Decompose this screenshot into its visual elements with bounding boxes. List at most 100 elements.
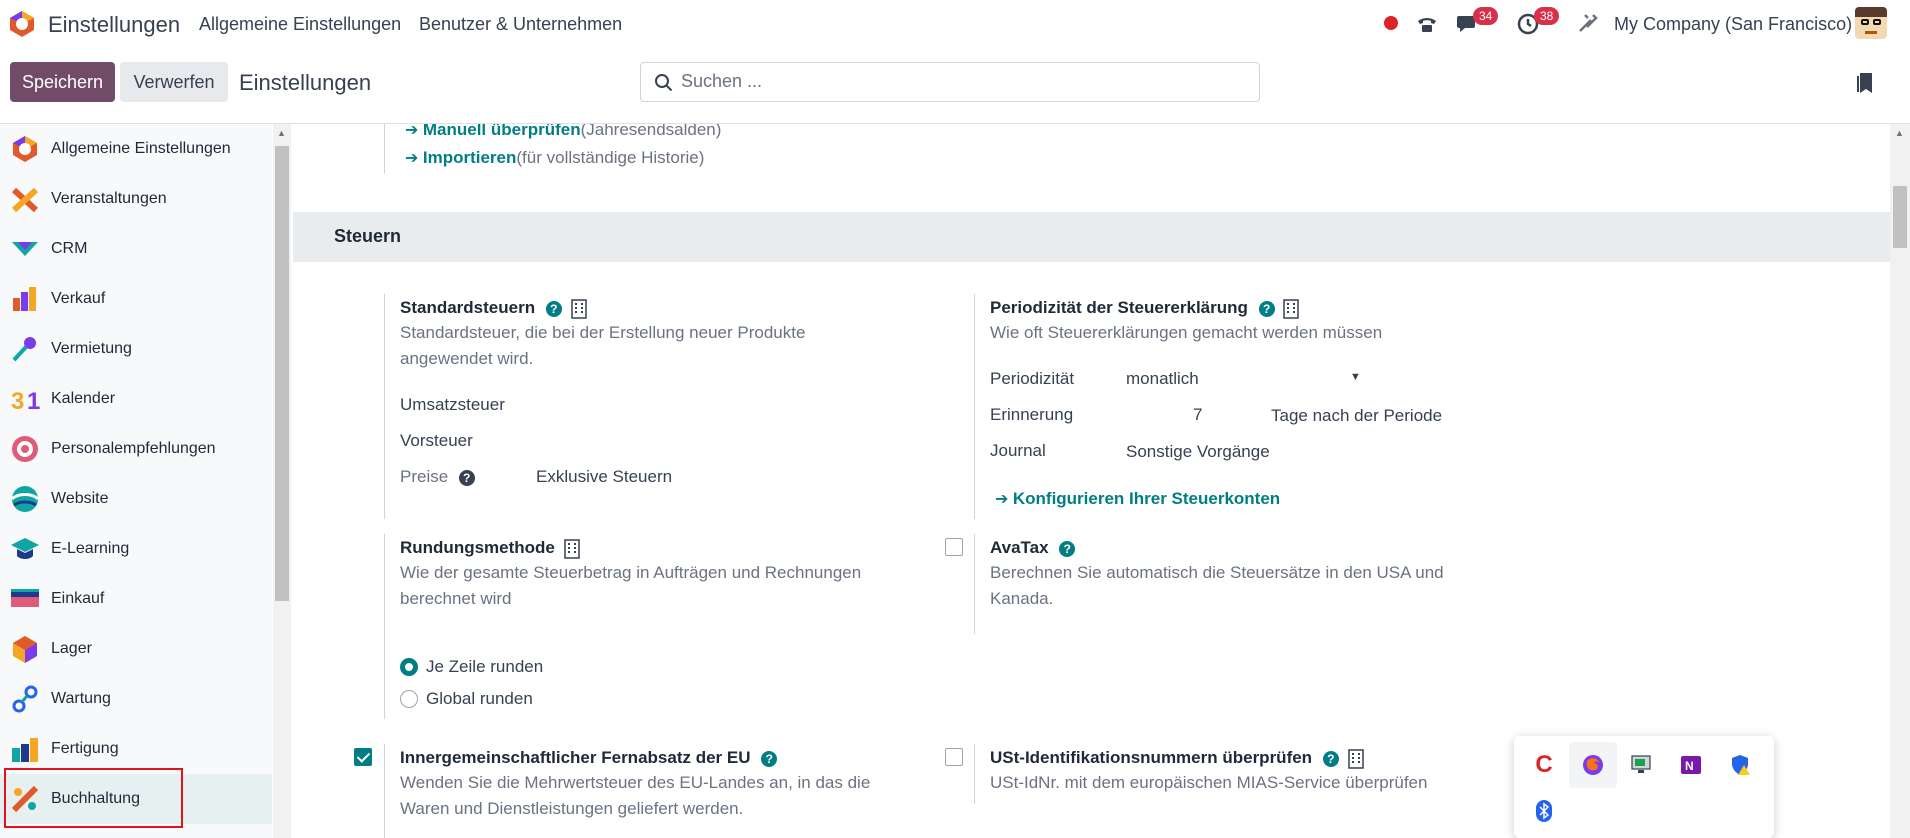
page-title: Einstellungen <box>239 70 372 95</box>
default-taxes-title: Standardsteuern ? <box>400 298 587 319</box>
vat-check-title: USt-Identifikationsnummern überprüfen ? <box>990 748 1364 769</box>
divider <box>384 294 385 519</box>
tray-security-icon[interactable] <box>1716 742 1764 788</box>
help-icon[interactable]: ? <box>1322 750 1339 767</box>
maintenance-app-icon <box>12 685 38 713</box>
configure-tax-accounts-link[interactable]: Konfigurieren Ihrer Steuerkonten <box>1013 489 1280 508</box>
scroll-up-arrow-icon[interactable]: ▲ <box>1895 128 1904 138</box>
default-taxes-description: Standardsteuer, die bei der Erstellung n… <box>400 323 806 368</box>
avatax-description: Berechnen Sie automatisch die Steuersätz… <box>990 563 1444 608</box>
tray-bluetooth-icon[interactable] <box>1520 788 1568 834</box>
manual-review-link[interactable]: Manuell überprüfen <box>423 124 581 139</box>
round-globally-radio[interactable] <box>400 690 418 708</box>
sales-app-icon <box>13 287 36 311</box>
prices-select[interactable]: Exklusive Steuern <box>536 467 672 487</box>
sidebar-item-label: Website <box>51 490 109 507</box>
prices-label: Preise <box>400 467 449 486</box>
tray-network-icon[interactable] <box>1618 742 1666 788</box>
content-scrollbar-thumb[interactable] <box>1893 186 1907 248</box>
sidebar-item-events[interactable]: Veranstaltungen <box>0 174 272 224</box>
tools-icon[interactable] <box>1577 12 1599 34</box>
sidebar-item-purchase[interactable]: Einkauf <box>0 574 272 624</box>
help-icon[interactable]: ? <box>458 469 475 486</box>
sidebar-item-elearning[interactable]: E-Learning <box>0 524 272 574</box>
sidebar-item-inventory[interactable]: Lager <box>0 624 272 674</box>
highlight-annotation <box>4 768 183 828</box>
sales-tax-field[interactable] <box>533 390 833 418</box>
shield-warning-icon <box>1732 755 1750 775</box>
scroll-up-arrow-icon[interactable]: ▲ <box>277 128 286 138</box>
periodicity-select[interactable]: monatlich ▼ <box>1126 367 1366 393</box>
periodicity-value: monatlich <box>1126 369 1199 388</box>
eu-distance-selling-checkbox[interactable] <box>354 748 372 766</box>
sidebar-item-website[interactable]: Website <box>0 474 272 524</box>
content-scrollbar[interactable]: ▲ <box>1890 124 1910 838</box>
menu-general-settings[interactable]: Allgemeine Einstellungen <box>199 14 401 35</box>
phone-icon[interactable] <box>1415 12 1439 36</box>
avatar[interactable] <box>1855 7 1887 39</box>
round-per-line-label[interactable]: Je Zeile runden <box>426 657 543 677</box>
reminder-days-input[interactable]: 7 <box>1193 405 1202 425</box>
purchase-tax-field[interactable] <box>533 426 833 454</box>
journal-select[interactable]: Sonstige Vorgänge <box>1126 442 1270 462</box>
menu-users-companies[interactable]: Benutzer & Unternehmen <box>419 14 622 35</box>
sidebar-scrollbar-thumb[interactable] <box>275 146 289 601</box>
sidebar-item-referrals[interactable]: Personalempfehlungen <box>0 424 272 474</box>
avatax-checkbox[interactable] <box>945 538 963 556</box>
import-note: (für vollständige Historie) <box>516 148 705 167</box>
section-header-taxes: Steuern <box>293 212 1890 262</box>
round-per-line-radio[interactable] <box>400 658 418 676</box>
help-icon[interactable]: ? <box>545 300 562 317</box>
eu-distance-selling-title-text: Innergemeinschaftlicher Fernabsatz der E… <box>400 748 751 767</box>
sidebar-item-sales[interactable]: Verkauf <box>0 274 272 324</box>
help-icon[interactable]: ? <box>1258 300 1275 317</box>
search-bar[interactable] <box>640 62 1260 102</box>
sidebar-item-calendar[interactable]: 3 1 Kalender <box>0 374 272 424</box>
sidebar-item-label: Einkauf <box>51 590 105 607</box>
sidebar-item-general-settings[interactable]: Allgemeine Einstellungen <box>0 124 272 174</box>
avatax-title: AvaTax ? <box>990 538 1076 558</box>
sidebar-item-label: Lager <box>51 640 92 657</box>
firefox-icon <box>1583 755 1603 775</box>
help-icon[interactable]: ? <box>1059 540 1076 557</box>
sidebar-item-maintenance[interactable]: Wartung <box>0 674 272 724</box>
sidebar-item-crm[interactable]: CRM <box>0 224 272 274</box>
sidebar-item-label: Vermietung <box>51 340 132 357</box>
activities-button[interactable]: 38 <box>1517 7 1560 37</box>
search-icon <box>655 74 673 92</box>
round-globally-label[interactable]: Global runden <box>426 689 533 709</box>
tray-firefox-icon[interactable] <box>1569 742 1617 788</box>
purchase-app-icon <box>11 589 39 607</box>
divider <box>384 124 385 174</box>
sidebar-scrollbar[interactable]: ▲ <box>273 124 291 838</box>
settings-app-icon[interactable] <box>8 10 36 38</box>
vat-check-description: USt-IdNr. mit dem europäischen MIAS-Serv… <box>990 773 1428 792</box>
import-link[interactable]: Importieren <box>423 148 517 167</box>
search-input[interactable] <box>681 71 1241 92</box>
import-row: ➔ Importieren(für vollständige Historie) <box>405 148 704 168</box>
sidebar-item-label: Allgemeine Einstellungen <box>51 140 231 157</box>
sidebar-item-rental[interactable]: Vermietung <box>0 324 272 374</box>
tray-app-c-icon[interactable]: C <box>1520 742 1568 788</box>
dropdown-caret-icon: ▼ <box>1350 371 1361 383</box>
rental-app-icon <box>12 337 36 362</box>
svg-text:N: N <box>1685 759 1694 773</box>
tax-periodicity-description: Wie oft Steuererklärungen gemacht werden… <box>990 323 1383 342</box>
app-name[interactable]: Einstellungen <box>48 12 180 38</box>
discard-button[interactable]: Verwerfen <box>120 62 228 102</box>
sidebar-item-label: E-Learning <box>51 540 130 557</box>
tray-onenote-icon[interactable]: N <box>1667 742 1715 788</box>
vat-check-checkbox[interactable] <box>945 748 963 766</box>
help-icon[interactable]: ? <box>761 750 778 767</box>
sidebar-item-label: Wartung <box>51 690 111 707</box>
bookmark-icon[interactable] <box>1856 72 1874 94</box>
divider <box>384 534 385 719</box>
save-button[interactable]: Speichern <box>10 62 115 102</box>
recording-indicator-icon[interactable] <box>1384 16 1398 30</box>
tax-periodicity-title: Periodizität der Steuererklärung ? <box>990 298 1300 319</box>
svg-text:1: 1 <box>27 388 40 414</box>
monitor-icon <box>1631 755 1651 773</box>
company-switcher[interactable]: My Company (San Francisco) <box>1614 14 1852 35</box>
sidebar-item-manufacturing[interactable]: Fertigung <box>0 724 272 774</box>
messages-button[interactable]: 34 <box>1456 7 1499 37</box>
